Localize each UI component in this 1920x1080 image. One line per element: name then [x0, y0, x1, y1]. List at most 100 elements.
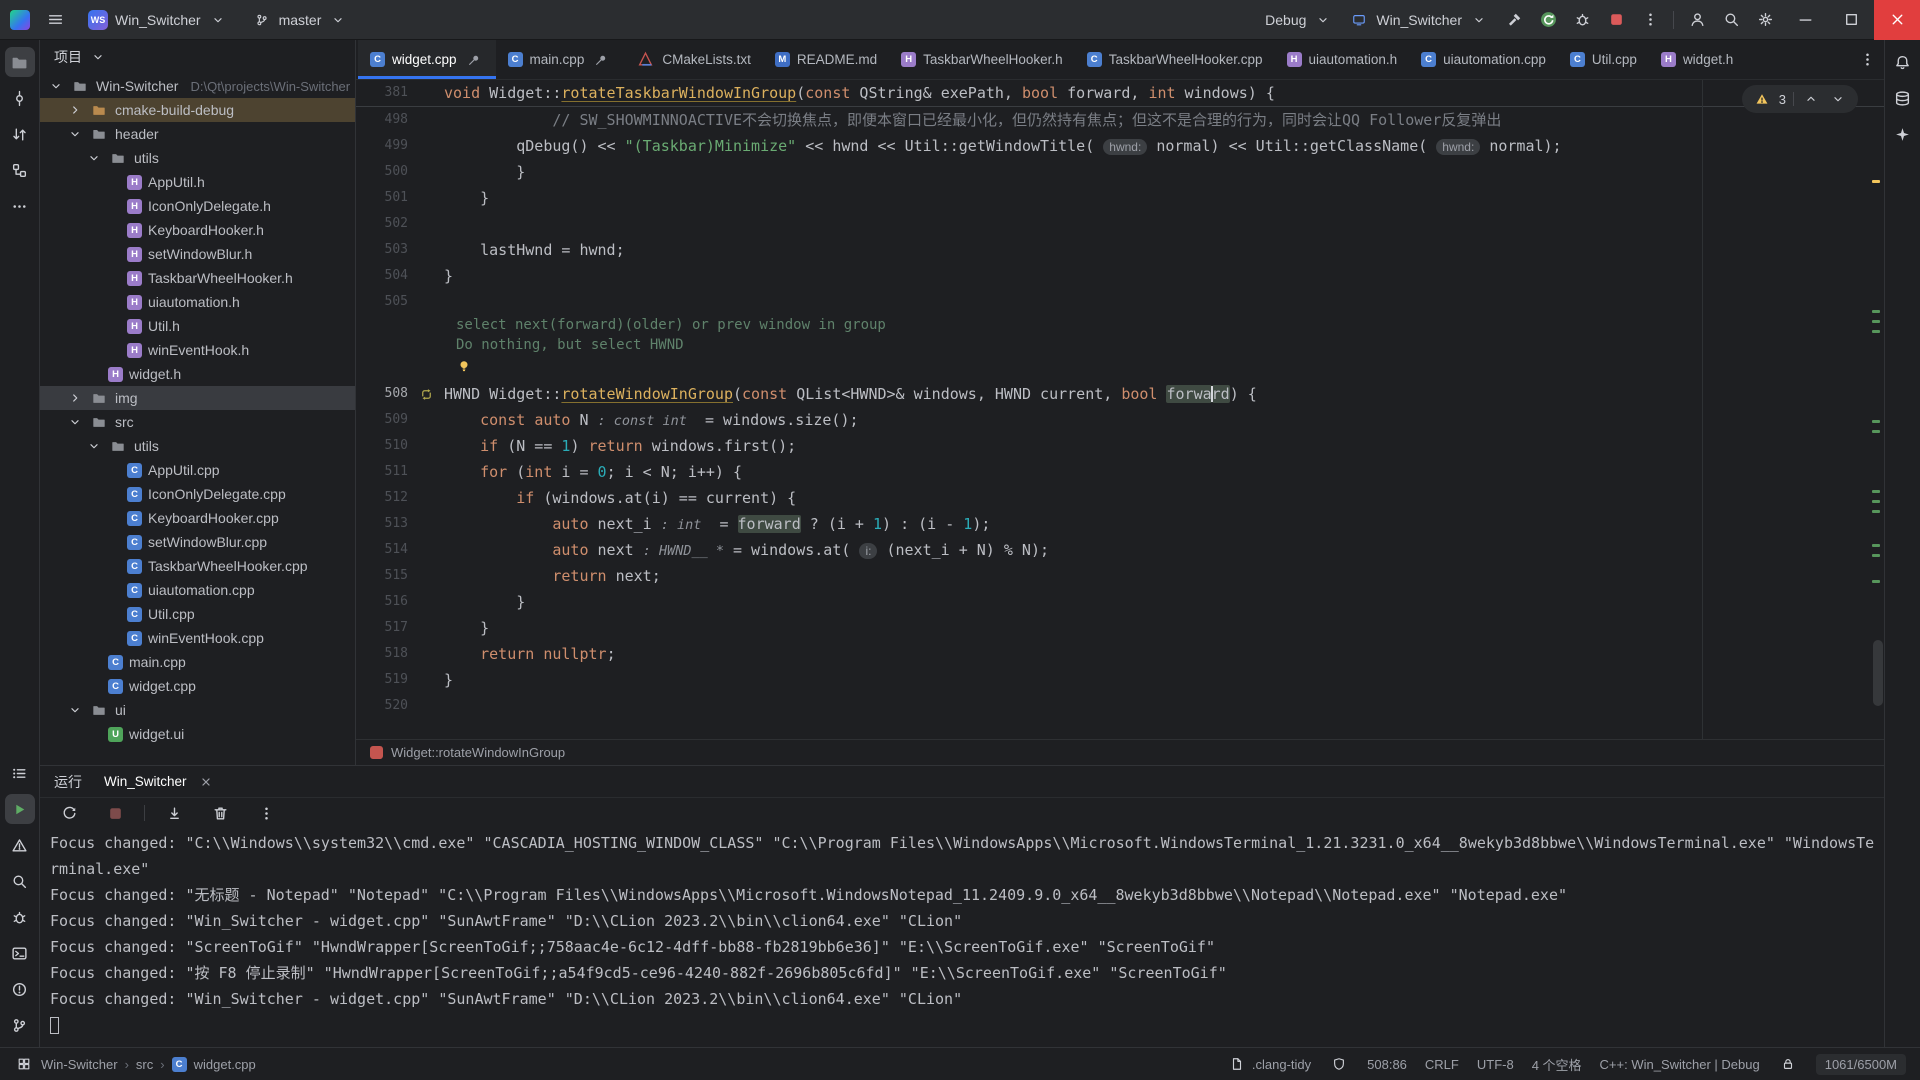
main-menu-button[interactable]: [38, 6, 72, 34]
chevron-down-icon[interactable]: [67, 414, 83, 430]
chevron-down-icon[interactable]: [48, 78, 64, 94]
debug-button[interactable]: [1565, 6, 1599, 34]
indent-widget[interactable]: 4 个空格: [1532, 1055, 1582, 1074]
stop-button[interactable]: [1599, 6, 1633, 34]
editor-tab[interactable]: Cuiautomation.cpp: [1409, 40, 1558, 79]
settings-button[interactable]: [1748, 6, 1782, 34]
editor-tab[interactable]: Cmain.cpp: [496, 40, 624, 79]
debug-tool-button[interactable]: [5, 902, 35, 932]
tree-item[interactable]: Cwidget.cpp: [40, 674, 355, 698]
tree-item[interactable]: HKeyboardHooker.h: [40, 218, 355, 242]
editor-tab[interactable]: MREADME.md: [763, 40, 889, 79]
current-method-breadcrumb[interactable]: Widget::rotateWindowInGroup: [391, 745, 565, 760]
tab-options-button[interactable]: [1850, 46, 1884, 74]
tree-item[interactable]: img: [40, 386, 355, 410]
console-options-button[interactable]: [249, 799, 283, 827]
editor-tab[interactable]: CMakeLists.txt: [623, 40, 763, 79]
clang-tidy-widget[interactable]: .clang-tidy: [1227, 1054, 1311, 1074]
tree-item[interactable]: Win-SwitcherD:\Qt\projects\Win-Switcher: [40, 74, 355, 98]
chevron-right-icon[interactable]: [67, 102, 83, 118]
editor-tab[interactable]: Hwidget.h: [1649, 40, 1745, 79]
editor-tab[interactable]: Cwidget.cpp: [358, 40, 496, 79]
chevron-down-icon[interactable]: [86, 438, 102, 454]
breadcrumb-project[interactable]: Win-Switcher: [41, 1057, 118, 1072]
project-panel-header[interactable]: 项目: [40, 40, 355, 74]
rerun-process-button[interactable]: [52, 799, 86, 827]
inspections-profile-widget[interactable]: [1329, 1054, 1349, 1074]
more-run-actions-button[interactable]: [1633, 6, 1667, 34]
tree-item[interactable]: HTaskbarWheelHooker.h: [40, 266, 355, 290]
chevron-down-icon[interactable]: [67, 126, 83, 142]
tree-item[interactable]: HsetWindowBlur.h: [40, 242, 355, 266]
tree-item[interactable]: utils: [40, 434, 355, 458]
todo-button[interactable]: [5, 758, 35, 788]
run-tool-button[interactable]: [5, 794, 35, 824]
project-widget[interactable]: WS Win_Switcher: [80, 6, 236, 34]
notifications-button[interactable]: [1888, 47, 1918, 77]
structure-button[interactable]: [5, 155, 35, 185]
chevron-down-icon[interactable]: [86, 150, 102, 166]
events-button[interactable]: [5, 974, 35, 1004]
next-issue-button[interactable]: [1828, 89, 1848, 109]
scroll-to-end-button[interactable]: [157, 799, 191, 827]
code-editor[interactable]: 381void Widget::rotateTaskbarWindowInGro…: [356, 80, 1884, 739]
tree-item[interactable]: CUtil.cpp: [40, 602, 355, 626]
minimize-button[interactable]: [1782, 0, 1828, 40]
rerun-button[interactable]: [1531, 6, 1565, 34]
find-button[interactable]: [5, 866, 35, 896]
tree-item[interactable]: CsetWindowBlur.cpp: [40, 530, 355, 554]
ai-assistant-button[interactable]: [1888, 119, 1918, 149]
tree-item[interactable]: CwinEventHook.cpp: [40, 626, 355, 650]
tree-item[interactable]: header: [40, 122, 355, 146]
caret-position-widget[interactable]: 508:86: [1367, 1057, 1407, 1072]
maximize-button[interactable]: [1828, 0, 1874, 40]
breadcrumb-folder[interactable]: src: [136, 1057, 153, 1072]
console-output[interactable]: Focus changed: "C:\\Windows\\system32\\c…: [40, 828, 1884, 1047]
commit-button[interactable]: [5, 83, 35, 113]
problems-button[interactable]: [5, 830, 35, 860]
editor-tab[interactable]: Huiautomation.h: [1275, 40, 1410, 79]
recursive-call-icon[interactable]: [408, 381, 444, 407]
more-button[interactable]: [5, 191, 35, 221]
terminal-button[interactable]: [5, 938, 35, 968]
tree-item[interactable]: utils: [40, 146, 355, 170]
line-ending-widget[interactable]: CRLF: [1425, 1057, 1459, 1072]
editor-tab[interactable]: CTaskbarWheelHooker.cpp: [1075, 40, 1275, 79]
prev-issue-button[interactable]: [1801, 89, 1821, 109]
breadcrumb-file[interactable]: widget.cpp: [194, 1057, 256, 1072]
version-control-button[interactable]: [5, 1010, 35, 1040]
chevron-right-icon[interactable]: [67, 390, 83, 406]
database-button[interactable]: [1888, 83, 1918, 113]
tree-item[interactable]: HwinEventHook.h: [40, 338, 355, 362]
tree-item[interactable]: ui: [40, 698, 355, 722]
tree-item[interactable]: cmake-build-debug: [40, 98, 355, 122]
encoding-widget[interactable]: UTF-8: [1477, 1057, 1514, 1072]
close-button[interactable]: [1874, 0, 1920, 40]
inspections-widget[interactable]: 3: [1742, 85, 1858, 113]
tree-item[interactable]: HUtil.h: [40, 314, 355, 338]
editor-tab[interactable]: HTaskbarWheelHooker.h: [889, 40, 1075, 79]
tree-item[interactable]: Cmain.cpp: [40, 650, 355, 674]
tree-item[interactable]: HIconOnlyDelegate.h: [40, 194, 355, 218]
readonly-toggle[interactable]: [1778, 1054, 1798, 1074]
run-tab[interactable]: Win_Switcher: [104, 766, 216, 797]
chevron-down-icon[interactable]: [67, 702, 83, 718]
tree-item[interactable]: Huiautomation.h: [40, 290, 355, 314]
build-button[interactable]: [1497, 6, 1531, 34]
pull-requests-button[interactable]: [5, 119, 35, 149]
project-button[interactable]: [5, 47, 35, 77]
code-with-me-button[interactable]: [1680, 6, 1714, 34]
memory-indicator[interactable]: 1061/6500M: [1816, 1054, 1906, 1075]
tree-item[interactable]: CAppUtil.cpp: [40, 458, 355, 482]
tree-item[interactable]: CIconOnlyDelegate.cpp: [40, 482, 355, 506]
branch-widget[interactable]: master: [244, 6, 357, 34]
tree-item[interactable]: CKeyboardHooker.cpp: [40, 506, 355, 530]
tree-item[interactable]: Cuiautomation.cpp: [40, 578, 355, 602]
tree-item[interactable]: Hwidget.h: [40, 362, 355, 386]
tree-item[interactable]: CTaskbarWheelHooker.cpp: [40, 554, 355, 578]
search-everywhere-button[interactable]: [1714, 6, 1748, 34]
scrollbar-thumb[interactable]: [1873, 640, 1883, 706]
build-config-selector[interactable]: Debug: [1257, 6, 1341, 34]
clear-console-button[interactable]: [203, 799, 237, 827]
editor-tab[interactable]: CUtil.cpp: [1558, 40, 1649, 79]
